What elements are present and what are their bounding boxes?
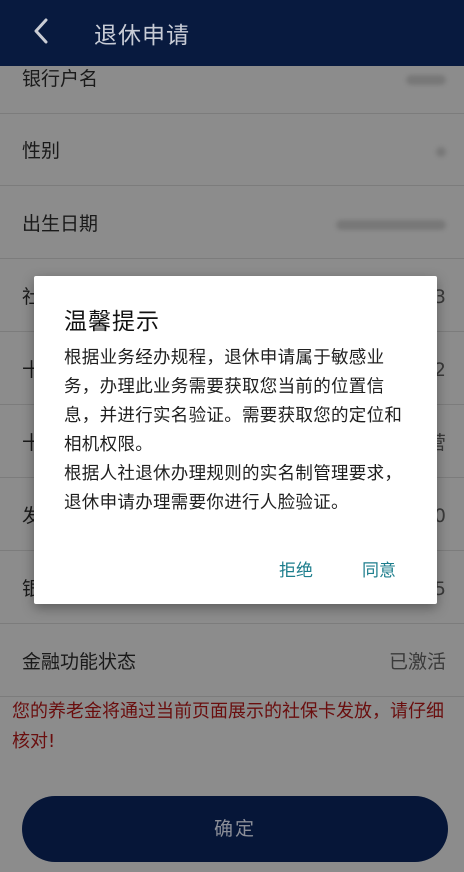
agree-button[interactable]: 同意 [362,556,396,581]
refuse-button[interactable]: 拒绝 [279,556,313,581]
dialog-paragraph-2: 根据人社退休办理规则的实名制管理要求，退休申请办理需要你进行人脸验证。 [64,464,403,513]
dialog-body: 根据业务经办规程，退休申请属于敏感业务，办理此业务需要获取您当前的位置信息，并进… [64,344,414,518]
row-label: 出生日期 [22,213,99,235]
row-gender: 性别 [0,116,464,186]
confirm-button[interactable]: 确定 [22,796,448,862]
row-financial-status: 金融功能状态 已激活 [0,627,464,697]
row-birth-date: 出生日期 [0,189,464,259]
pension-notice: 您的养老金将通过当前页面展示的社保卡发放，请仔细核对! [12,701,444,752]
row-label: 性别 [22,140,61,162]
dialog-paragraph-1: 根据业务经办规程，退休申请属于敏感业务，办理此业务需要获取您当前的位置信息，并进… [64,348,403,455]
row-value [336,189,446,259]
row-value [436,116,446,186]
row-value [406,44,446,114]
row-label: 金融功能状态 [22,651,137,673]
permission-dialog: 温馨提示 根据业务经办规程，退休申请属于敏感业务，办理此业务需要获取您当前的位置… [34,276,437,604]
row-bank-account-name: 银行户名 [0,44,464,114]
dialog-title: 温馨提示 [64,309,160,335]
row-value: 已激活 [388,651,446,673]
row-label: 银行户名 [22,68,99,90]
